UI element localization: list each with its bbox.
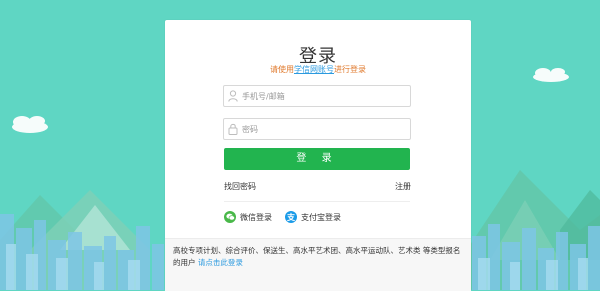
- password-field[interactable]: [223, 118, 411, 140]
- alipay-login-button[interactable]: 支 支付宝登录: [285, 210, 341, 224]
- subtitle-suffix: 进行登录: [334, 65, 366, 74]
- register-link[interactable]: 注册: [395, 181, 411, 192]
- divider: [224, 201, 410, 202]
- wechat-login-button[interactable]: 微信登录: [224, 210, 272, 224]
- login-card: 登录 请使用学信网账号进行登录 登 录 找回密码 注册 微信登录 支 支付宝登录: [165, 20, 471, 291]
- forgot-password-link[interactable]: 找回密码: [224, 181, 256, 192]
- username-input[interactable]: [240, 86, 410, 106]
- subtitle-prefix: 请使用: [270, 65, 294, 74]
- wechat-icon: [224, 211, 236, 223]
- alipay-icon: 支: [285, 211, 297, 223]
- special-login-link[interactable]: 请点击此登录: [198, 258, 243, 267]
- special-enrollment-notice: 高校专项计划、综合评价、保送生、高水平艺术团、高水平运动队、艺术类 等类型报名的…: [165, 238, 471, 291]
- login-button[interactable]: 登 录: [224, 148, 410, 170]
- wechat-login-label: 微信登录: [240, 212, 272, 222]
- password-input[interactable]: [240, 119, 410, 139]
- alipay-login-label: 支付宝登录: [301, 212, 341, 222]
- chsi-account-link[interactable]: 学信网账号: [294, 65, 334, 74]
- username-field[interactable]: [223, 85, 411, 107]
- login-subtitle: 请使用学信网账号进行登录: [165, 64, 471, 75]
- user-icon: [228, 90, 238, 102]
- lock-icon: [228, 123, 238, 135]
- notice-text: 高校专项计划、综合评价、保送生、高水平艺术团、高水平运动队、艺术类 等类型报名的…: [173, 245, 463, 269]
